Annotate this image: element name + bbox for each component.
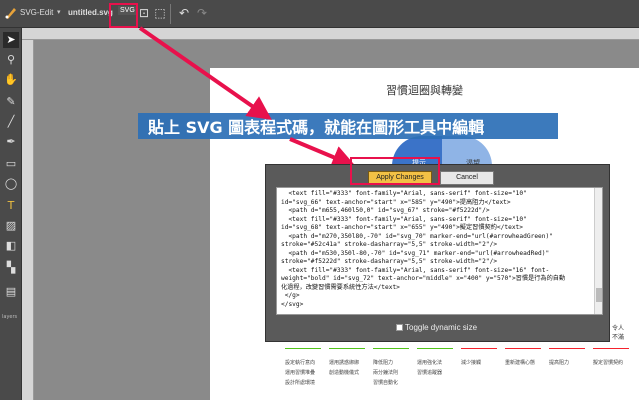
- highlight-box-svg-button: [109, 3, 138, 28]
- svg-code-textarea[interactable]: <text fill="#333" font-family="Arial, sa…: [276, 187, 603, 315]
- layers-label[interactable]: layers: [2, 314, 17, 320]
- app-menu-arrow-icon[interactable]: ▾: [57, 8, 61, 16]
- legend-line[interactable]: [285, 348, 321, 349]
- legend-text[interactable]: 習慣自動化: [373, 379, 398, 386]
- redo-icon[interactable]: ↷: [194, 5, 210, 21]
- toggle-label[interactable]: Toggle dynamic size: [405, 323, 477, 332]
- canvas-chart-title[interactable]: 習慣迴圈與轉變: [210, 82, 639, 98]
- ruler-horizontal: [22, 28, 639, 40]
- scrollbar-thumb[interactable]: [596, 288, 602, 302]
- toggle-dynamic-size[interactable]: Toggle dynamic size: [396, 323, 477, 332]
- legend-text[interactable]: 運用強化法: [417, 359, 442, 366]
- code-scrollbar[interactable]: [594, 188, 602, 314]
- svg-source-dialog: Apply Changes Cancel <text fill="#333" f…: [265, 157, 611, 342]
- rect-tool-icon[interactable]: ▭: [3, 156, 19, 172]
- top-toolbar: SVG-Edit ▾ untitled.svg SVG ⊡ ⬚ ↶ ↷: [0, 0, 639, 28]
- select-tool-icon[interactable]: ➤: [3, 32, 19, 48]
- legend-text[interactable]: 提高阻力: [549, 359, 569, 366]
- dialog-button-bar: Apply Changes Cancel: [266, 157, 611, 187]
- toolbar-divider: [170, 4, 171, 24]
- layers-icon[interactable]: ▤: [3, 284, 19, 300]
- legend-text[interactable]: 擬定習慣契約: [593, 359, 623, 366]
- svg-code-content[interactable]: <text fill="#333" font-family="Arial, sa…: [281, 190, 593, 309]
- shape-library-icon[interactable]: ◧: [3, 238, 19, 254]
- annotation-banner-text: 貼上 SVG 圖表程式碼，就能在圖形工具中編輯: [148, 118, 485, 137]
- legend-text[interactable]: 運用誘惑綁綁: [329, 359, 359, 366]
- legend-line[interactable]: [461, 348, 497, 349]
- legend-text[interactable]: 重新建構心態: [505, 359, 535, 366]
- text-tool-icon[interactable]: T: [3, 198, 19, 214]
- toggle-checkbox[interactable]: [396, 324, 403, 332]
- legend-text[interactable]: 兩分鐘法則: [373, 369, 398, 376]
- side-text-satisfying[interactable]: 令人: [612, 323, 624, 332]
- legend-text[interactable]: 創造動機儀式: [329, 369, 359, 376]
- side-text-unsatisfying[interactable]: 不滿: [612, 332, 624, 341]
- wireframe-icon[interactable]: ⊡: [136, 5, 152, 21]
- legend-line[interactable]: [549, 348, 585, 349]
- legend-line[interactable]: [329, 348, 365, 349]
- legend-text[interactable]: 運用習慣堆疊: [285, 369, 315, 376]
- ellipse-tool-icon[interactable]: ◯: [3, 176, 19, 192]
- pan-tool-icon[interactable]: ✋: [3, 72, 19, 88]
- legend-text[interactable]: 降低阻力: [373, 359, 393, 366]
- pencil-tool-icon[interactable]: ✎: [3, 94, 19, 110]
- image-tool-icon[interactable]: ▨: [3, 218, 19, 234]
- color-picker-icon[interactable]: ▚: [3, 260, 19, 276]
- cancel-button[interactable]: Cancel: [440, 171, 494, 185]
- legend-line[interactable]: [417, 348, 453, 349]
- legend-line[interactable]: [505, 348, 541, 349]
- legend-text[interactable]: 習慣追蹤器: [417, 369, 442, 376]
- legend-line[interactable]: [373, 348, 409, 349]
- path-tool-icon[interactable]: ✒: [3, 134, 19, 150]
- undo-icon[interactable]: ↶: [176, 5, 192, 21]
- document-title: untitled.svg: [68, 8, 113, 17]
- legend-text[interactable]: 設定執行意向: [285, 359, 315, 366]
- left-toolbar: ➤ ⚲ ✋ ✎ ╱ ✒ ▭ ◯ T ▨ ◧ ▚ ▤ layers: [0, 28, 22, 400]
- zoom-tool-icon[interactable]: ⚲: [3, 52, 19, 68]
- legend-text[interactable]: 減少接觸: [461, 359, 481, 366]
- legend-text[interactable]: 設計所處環境: [285, 379, 315, 386]
- highlight-box-apply-button: [350, 157, 440, 185]
- ruler-vertical: [22, 40, 34, 400]
- legend-line[interactable]: [593, 348, 629, 349]
- line-tool-icon[interactable]: ╱: [3, 114, 19, 130]
- app-menu-label[interactable]: SVG-Edit: [20, 8, 53, 17]
- svg-edit-logo-icon[interactable]: [4, 6, 18, 20]
- export-icon[interactable]: ⬚: [152, 5, 168, 21]
